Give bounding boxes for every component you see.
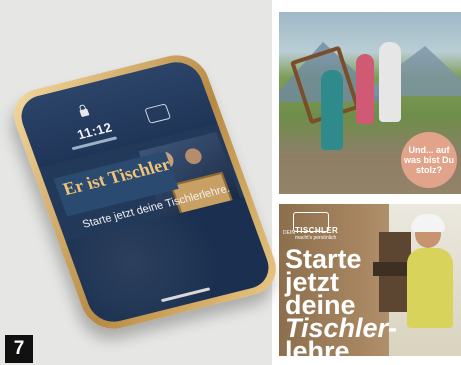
helmet-icon bbox=[411, 214, 445, 232]
hiker-figure bbox=[321, 70, 343, 150]
mountain-shape bbox=[359, 46, 461, 96]
speech-bubble: Und... auf was bist Du stolz? bbox=[401, 132, 457, 188]
logo-small-text: DEIN bbox=[283, 230, 295, 236]
worker-figure bbox=[407, 248, 453, 328]
figure-number-badge: 7 bbox=[5, 335, 33, 363]
logo-brand: TISCHLER bbox=[295, 226, 339, 235]
tischler-ad: DEIN TISCHLER macht's persönlich Starte … bbox=[279, 204, 461, 356]
hiker-figure bbox=[379, 42, 401, 122]
logo-tagline: macht's persönlich bbox=[295, 235, 337, 241]
hiker-figure bbox=[356, 54, 374, 124]
bubble-text: Und... auf was bist Du stolz? bbox=[403, 145, 454, 175]
ad-headline: Starte jetzt deine Tischler- lehre bbox=[285, 246, 397, 357]
hikers-photo: Und... auf was bist Du stolz? bbox=[279, 12, 461, 194]
